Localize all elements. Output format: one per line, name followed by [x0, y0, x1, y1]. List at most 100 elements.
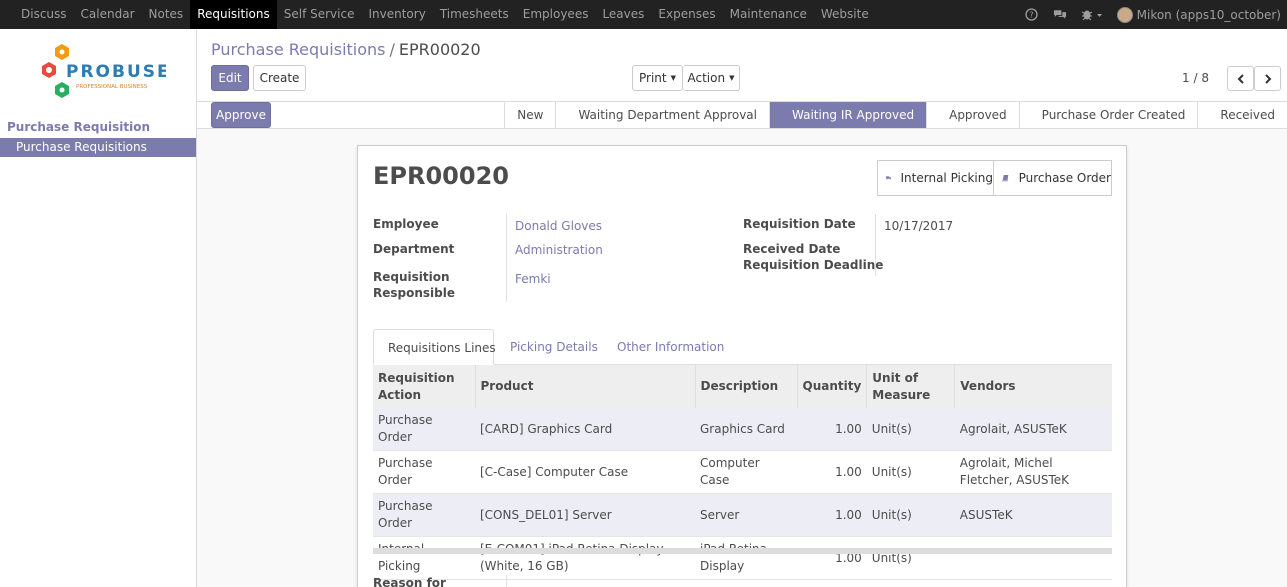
menu-self-service[interactable]: Self Service — [277, 0, 362, 29]
cell-quantity: 1.00 — [797, 493, 867, 537]
internal-picking-button[interactable]: Internal Picking — [877, 160, 994, 196]
cell-quantity: 1.00 — [797, 408, 867, 451]
requisition-date-label: Requisition Date — [743, 217, 856, 231]
svg-text:?: ? — [1030, 11, 1034, 20]
department-field[interactable]: Administration — [515, 243, 603, 257]
systray: ? Mikon (apps10_october) — [1025, 0, 1281, 29]
form-sheet: EPR00020 Internal Picking Purchase Order… — [357, 145, 1127, 587]
responsible-label-line2: Responsible — [373, 286, 455, 300]
field-divider — [506, 214, 507, 302]
field-divider — [506, 575, 507, 587]
caret-down-icon: ▼ — [670, 74, 676, 82]
internal-picking-label: Internal Picking — [900, 171, 993, 185]
cell-description: Server — [695, 493, 797, 537]
table-row[interactable]: Purchase Order [CARD] Graphics Card Grap… — [373, 408, 1112, 451]
cell-vendors — [954, 536, 1112, 580]
table-row[interactable]: Internal Picking [E-COM01] iPad Retina D… — [373, 536, 1112, 580]
pager-previous-button[interactable] — [1227, 66, 1254, 91]
user-menu[interactable]: Mikon (apps10_october) — [1116, 6, 1281, 23]
record-title: EPR00020 — [373, 162, 509, 190]
col-description[interactable]: Description — [694, 365, 797, 408]
cell-action: Purchase Order — [373, 450, 475, 494]
col-unit-of-measure[interactable]: Unit of Measure — [866, 365, 955, 408]
table-row[interactable]: Purchase Order [C-Case] Computer Case Co… — [373, 450, 1112, 494]
cell-description: iPad Retina Display — [695, 536, 797, 580]
field-divider — [875, 214, 876, 276]
menu-notes[interactable]: Notes — [142, 0, 191, 29]
cell-product: [E-COM01] iPad Retina Display (White, 16… — [475, 536, 695, 580]
stage-approved[interactable]: Approved — [926, 102, 1019, 128]
notebook-tabs: Requisitions Lines Picking Details Other… — [373, 329, 1112, 365]
received-date-label: Received Date — [743, 242, 841, 256]
cell-uom: Unit(s) — [866, 493, 955, 537]
col-quantity[interactable]: Quantity — [796, 365, 867, 408]
stage-purchase-order-created[interactable]: Purchase Order Created — [1018, 102, 1198, 128]
stage-pipeline: New Waiting Department Approval Waiting … — [504, 102, 1287, 128]
user-name: Mikon (apps10_october) — [1136, 7, 1281, 22]
stage-waiting-department-approval[interactable]: Waiting Department Approval — [555, 102, 769, 128]
print-dropdown[interactable]: Print ▼ — [632, 65, 683, 91]
menu-calendar[interactable]: Calendar — [74, 0, 142, 29]
statusbar: Approve New Waiting Department Approval … — [197, 101, 1287, 129]
cell-uom: Unit(s) — [866, 450, 955, 494]
menu-requisitions[interactable]: Requisitions — [190, 0, 277, 29]
sidebar-section-heading: Purchase Requisition — [7, 120, 150, 134]
menu-inventory[interactable]: Inventory — [361, 0, 432, 29]
responsible-label-line1: Requisition — [373, 270, 450, 284]
tab-picking-details[interactable]: Picking Details — [496, 329, 612, 365]
cell-description: Computer Case — [695, 450, 797, 494]
book-icon — [1002, 175, 1009, 182]
company-logo: PROBUSE PROFESSIONAL BUSINESS — [36, 42, 169, 106]
main-content: Purchase Requisitions / EPR00020 Edit Crea… — [197, 29, 1287, 587]
menu-timesheets[interactable]: Timesheets — [433, 0, 516, 29]
employee-field[interactable]: Donald Gloves — [515, 219, 602, 233]
cell-product: [CONS_DEL01] Server — [475, 493, 695, 537]
breadcrumb: Purchase Requisitions / EPR00020 — [211, 40, 481, 59]
col-vendors[interactable]: Vendors — [954, 365, 1112, 408]
truck-icon — [886, 176, 892, 180]
cell-action: Purchase Order — [373, 493, 475, 537]
help-icon[interactable]: ? — [1025, 8, 1039, 22]
menu-expenses[interactable]: Expenses — [651, 0, 722, 29]
chat-icon[interactable] — [1053, 8, 1067, 22]
sidebar-item-purchase-requisitions[interactable]: Purchase Requisitions — [0, 138, 196, 157]
approve-button[interactable]: Approve — [211, 102, 271, 128]
action-dropdown[interactable]: Action ▼ — [683, 65, 740, 91]
col-product[interactable]: Product — [474, 365, 695, 408]
caret-down-icon: ▼ — [729, 74, 735, 82]
create-button[interactable]: Create — [253, 65, 306, 91]
table-header-row: Requisition Action Product Description Q… — [373, 365, 1112, 408]
tab-other-information[interactable]: Other Information — [603, 329, 738, 365]
menu-employees[interactable]: Employees — [516, 0, 596, 29]
department-label: Department — [373, 242, 455, 256]
breadcrumb-current: EPR00020 — [398, 40, 481, 59]
employee-label: Employee — [373, 217, 439, 231]
stage-received[interactable]: Received — [1197, 102, 1287, 128]
control-panel: Purchase Requisitions / EPR00020 Edit Crea… — [197, 29, 1287, 101]
responsible-field[interactable]: Femki — [515, 272, 551, 286]
edit-button[interactable]: Edit — [211, 65, 249, 91]
stage-new[interactable]: New — [504, 102, 555, 128]
table-row[interactable]: Purchase Order [CONS_DEL01] Server Serve… — [373, 493, 1112, 537]
app-menu: Discuss Calendar Notes Requisitions Self… — [14, 0, 876, 29]
breadcrumb-parent[interactable]: Purchase Requisitions — [211, 40, 386, 59]
cell-vendors: Agrolait, Michel Fletcher, ASUSTeK — [954, 450, 1112, 494]
cell-uom: Unit(s) — [866, 536, 955, 580]
cell-quantity: 1.00 — [797, 536, 867, 580]
pager-next-button[interactable] — [1254, 66, 1281, 91]
sidebar: PROBUSE PROFESSIONAL BUSINESS Purchase R… — [0, 29, 197, 587]
menu-maintenance[interactable]: Maintenance — [723, 0, 814, 29]
bug-icon[interactable] — [1081, 8, 1103, 22]
purchase-order-button[interactable]: Purchase Order — [994, 160, 1112, 196]
menu-discuss[interactable]: Discuss — [14, 0, 74, 29]
cell-vendors: Agrolait, ASUSTeK — [954, 408, 1112, 451]
menu-website[interactable]: Website — [814, 0, 876, 29]
tab-requisitions-lines[interactable]: Requisitions Lines — [373, 329, 496, 365]
menu-leaves[interactable]: Leaves — [595, 0, 651, 29]
cell-quantity: 1.00 — [797, 450, 867, 494]
col-requisition-action[interactable]: Requisition Action — [373, 365, 475, 408]
svg-text:PROBUSE: PROBUSE — [66, 62, 166, 82]
requisition-date-field[interactable]: 10/17/2017 — [884, 219, 953, 233]
action-label: Action — [687, 71, 726, 85]
stage-waiting-ir-approved[interactable]: Waiting IR Approved — [769, 102, 927, 128]
